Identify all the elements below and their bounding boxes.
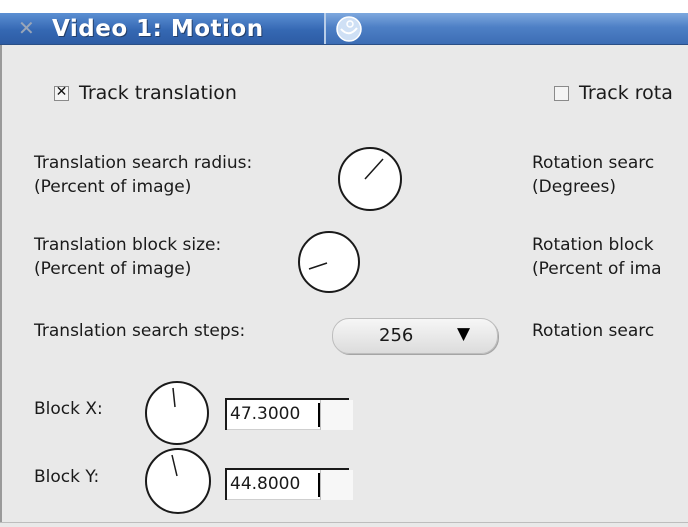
block-x-label: Block X: (34, 399, 103, 419)
checkbox-box[interactable]: ✕ (54, 83, 69, 101)
window-title: Video 1: Motion (52, 16, 264, 42)
block-y-knob[interactable] (145, 448, 211, 514)
translation-block-size-knob[interactable] (298, 231, 360, 293)
checkbox-box[interactable] (554, 85, 569, 101)
track-translation-checkbox[interactable]: ✕ Track translation (54, 82, 237, 104)
block-x-spinner[interactable] (320, 400, 353, 430)
checked-icon: ✕ (55, 83, 68, 100)
translation-block-size-unit: (Percent of image) (34, 259, 192, 279)
knob-indicator (171, 454, 178, 477)
block-x-input[interactable] (230, 404, 316, 424)
block-y-spinner[interactable] (320, 470, 353, 500)
translation-search-radius-unit: (Percent of image) (34, 177, 192, 197)
block-y-field[interactable] (225, 468, 353, 500)
translation-search-steps-label: Translation search steps: (34, 321, 246, 341)
translation-search-radius-label: Translation search radius: (34, 153, 253, 173)
title-tab[interactable]: ✕ Video 1: Motion (0, 13, 326, 44)
track-rotation-checkbox[interactable]: Track rota (554, 82, 673, 104)
translation-block-size-label: Translation block size: (34, 235, 222, 255)
rotation-block-label: Rotation block (532, 235, 654, 255)
close-icon[interactable]: ✕ (18, 18, 35, 38)
previous-window-text: ▔▔▔▔▔▔▔▔ (4, 0, 78, 8)
dropdown-arrow-icon[interactable]: ▼ (457, 324, 470, 344)
rotation-block-unit: (Percent of ima (532, 259, 662, 279)
knob-indicator (172, 387, 176, 408)
search-steps-value: 256 (379, 325, 414, 346)
knob-indicator (364, 158, 384, 180)
block-y-label: Block Y: (34, 467, 100, 487)
block-x-knob[interactable] (145, 381, 209, 445)
previous-window-strip: ▔▔▔▔▔▔▔▔ (0, 0, 688, 13)
translation-search-steps-dropdown[interactable]: 256 ▼ (332, 318, 498, 354)
rotation-search-unit: (Degrees) (532, 177, 616, 197)
block-x-field[interactable] (225, 398, 353, 430)
track-rotation-label: Track rota (579, 82, 673, 104)
app-icon (336, 16, 362, 42)
panel-bottom-edge (0, 522, 688, 527)
rotation-search-steps-label: Rotation searc (532, 321, 655, 341)
title-bar[interactable]: ✕ Video 1: Motion (0, 13, 688, 45)
track-translation-label: Track translation (79, 82, 237, 104)
translation-search-radius-knob[interactable] (338, 147, 402, 211)
knob-indicator (308, 262, 328, 270)
rotation-search-label: Rotation searc (532, 153, 655, 173)
block-y-input[interactable] (230, 474, 316, 494)
